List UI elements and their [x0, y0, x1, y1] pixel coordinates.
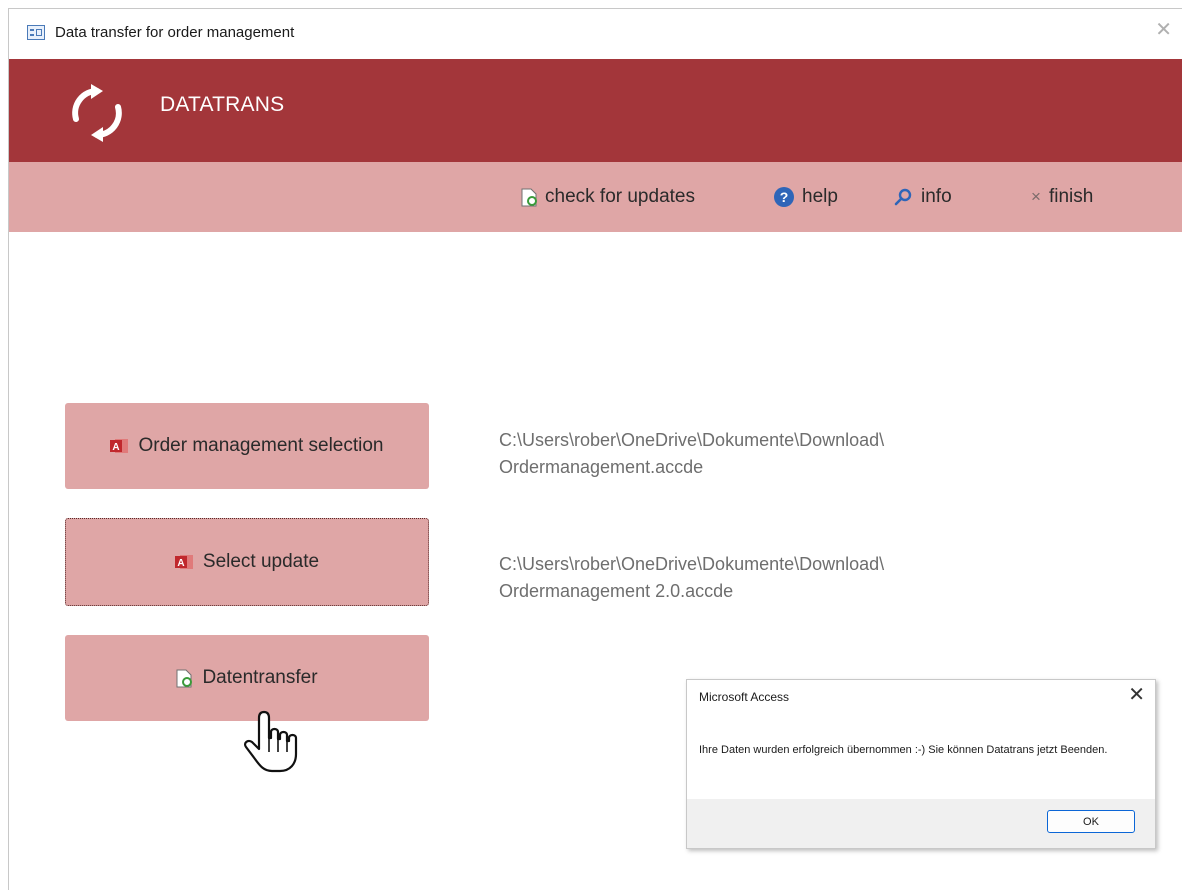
ok-button[interactable]: OK	[1047, 810, 1135, 833]
access-icon: A	[174, 555, 193, 569]
close-icon: ×	[1031, 187, 1041, 206]
svg-text:A: A	[177, 558, 184, 569]
brand-title: DATATRANS	[160, 93, 285, 116]
dialog-message: Ihre Daten wurden erfolgreich übernommen…	[699, 744, 1108, 756]
help-icon: ?	[774, 187, 794, 207]
toolbar: check for updates ? help info × finish	[9, 162, 1182, 232]
refresh-icon	[72, 84, 122, 142]
check-updates-button[interactable]: check for updates	[521, 186, 695, 208]
check-updates-label: check for updates	[545, 186, 695, 207]
select-update-path: C:\Users\rober\OneDrive\Dokumente\Downlo…	[499, 551, 884, 605]
select-update-path-line2: Ordermanagement 2.0.accde	[499, 581, 734, 601]
hand-cursor-icon	[244, 710, 298, 773]
order-management-path: C:\Users\rober\OneDrive\Dokumente\Downlo…	[499, 427, 884, 481]
window-title: Data transfer for order management	[55, 24, 295, 41]
order-management-path-line1: C:\Users\rober\OneDrive\Dokumente\Downlo…	[499, 430, 885, 450]
info-label: info	[921, 186, 952, 207]
help-label: help	[802, 186, 838, 207]
dialog-title: Microsoft Access	[699, 690, 790, 704]
dialog-title-bar: Microsoft Access ✕	[687, 680, 1155, 714]
select-update-path-line1: C:\Users\rober\OneDrive\Dokumente\Downlo…	[499, 554, 885, 574]
info-button[interactable]: info	[893, 186, 952, 208]
dialog-body: Ihre Daten wurden erfolgreich übernommen…	[687, 714, 1155, 799]
finish-label: finish	[1048, 186, 1094, 207]
help-button[interactable]: ? help	[774, 186, 838, 208]
window-close-button[interactable]: ✕	[1155, 20, 1172, 40]
access-icon: A	[110, 439, 129, 453]
order-management-path-line2: Ordermanagement.accde	[499, 457, 704, 477]
header-banner: DATATRANS	[9, 59, 1182, 162]
dialog-close-button[interactable]: ✕	[1128, 685, 1145, 705]
select-update-button[interactable]: A Select update	[65, 518, 429, 606]
form-icon	[27, 25, 45, 40]
message-dialog: Microsoft Access ✕ Ihre Daten wurden erf…	[686, 679, 1156, 849]
document-refresh-icon	[521, 188, 537, 206]
finish-button[interactable]: × finish	[1031, 186, 1093, 208]
search-icon	[894, 188, 912, 206]
title-bar: Data transfer for order management ✕	[9, 9, 1182, 59]
datentransfer-label: Datentransfer	[202, 667, 318, 688]
select-update-label: Select update	[202, 551, 320, 572]
order-management-selection-button[interactable]: A Order management selection	[65, 403, 429, 489]
svg-text:A: A	[113, 442, 120, 453]
order-management-selection-label: Order management selection	[138, 435, 384, 456]
document-refresh-icon	[176, 669, 193, 687]
